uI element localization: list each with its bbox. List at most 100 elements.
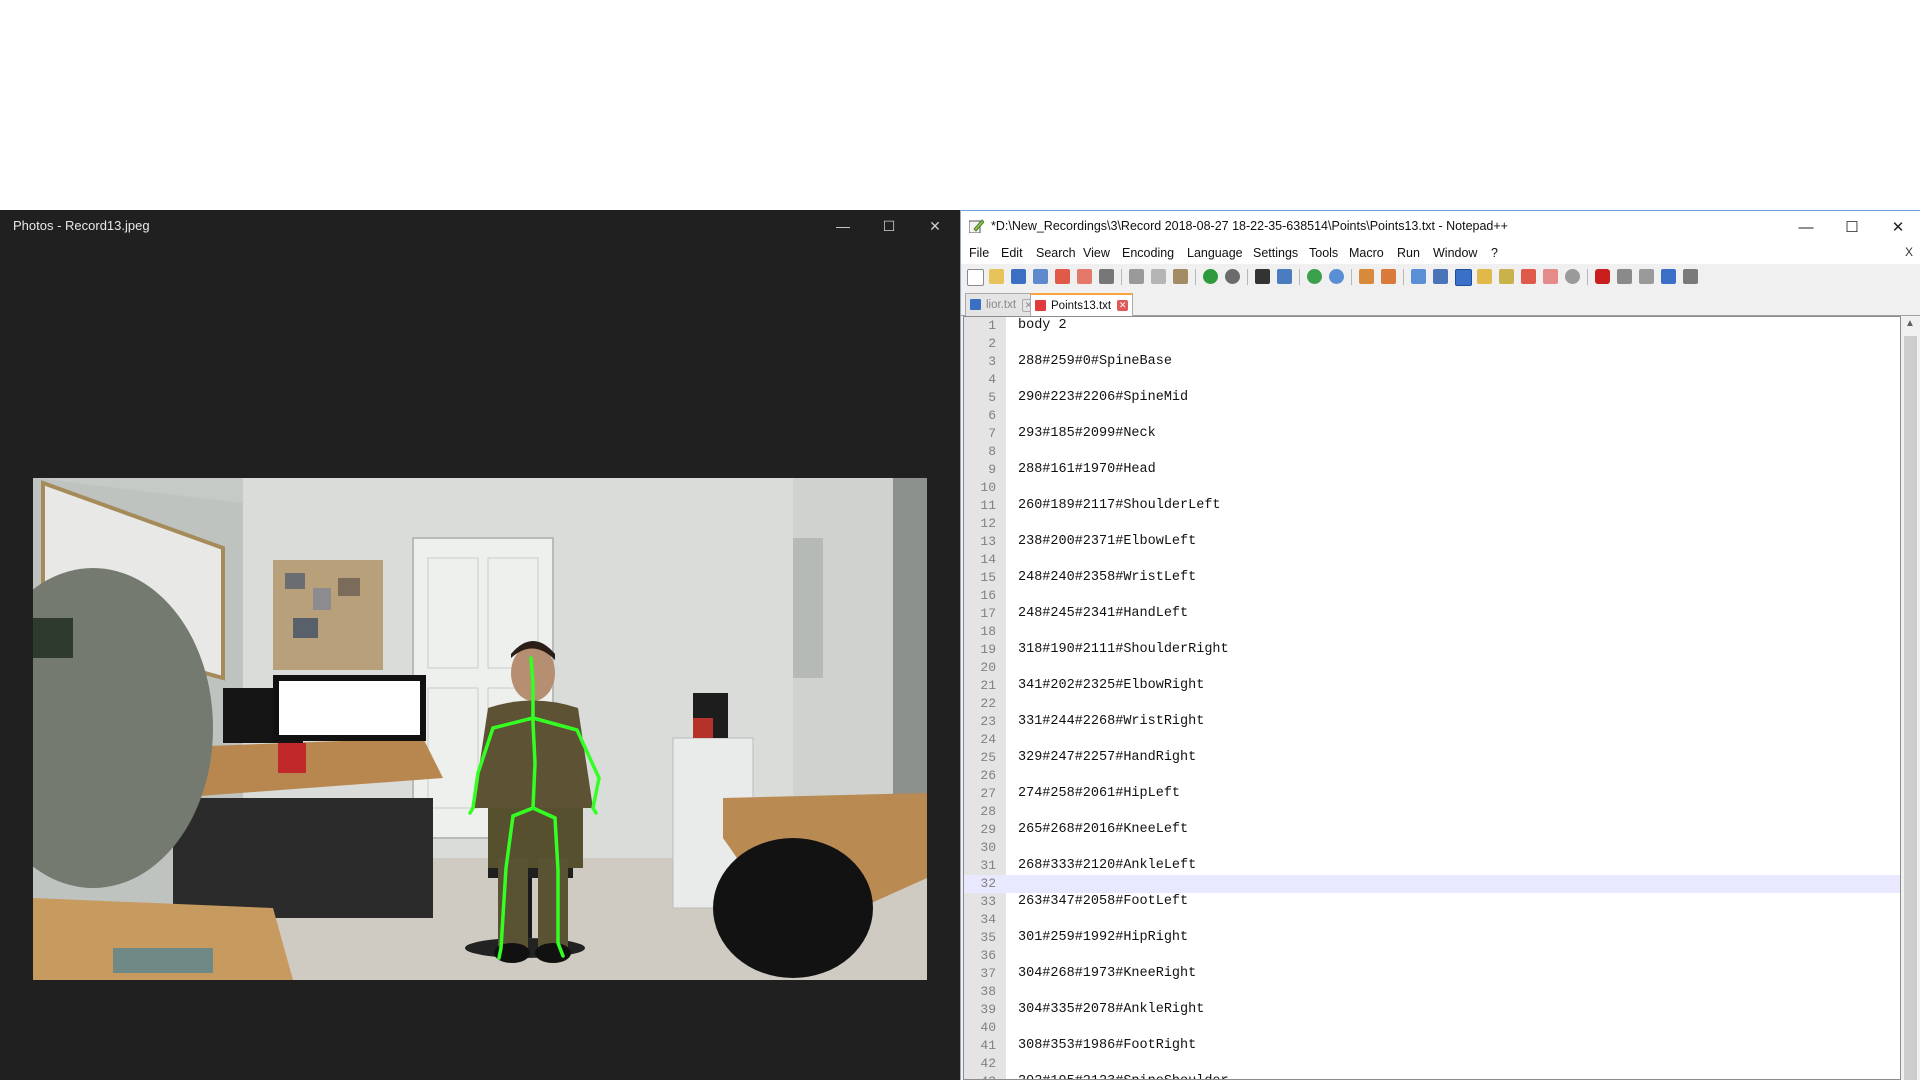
editor-line[interactable]: 5 290#223#2206#SpineMid	[964, 389, 1900, 407]
editor-line[interactable]: 35 301#259#1992#HipRight	[964, 929, 1900, 947]
editor-line[interactable]: 15 248#240#2358#WristLeft	[964, 569, 1900, 587]
replace-icon[interactable]	[1277, 269, 1292, 284]
record-macro-icon[interactable]	[1595, 269, 1610, 284]
save-macro-icon[interactable]	[1683, 269, 1698, 284]
editor-line[interactable]: 13 238#200#2371#ElbowLeft	[964, 533, 1900, 551]
photos-maximize-button[interactable]: ☐	[866, 210, 912, 242]
editor-line[interactable]: 14	[964, 551, 1900, 569]
scroll-up-arrow-icon[interactable]: ▲	[1905, 318, 1915, 329]
menu-settings[interactable]: Settings	[1253, 246, 1298, 260]
photos-minimize-button[interactable]: —	[820, 210, 866, 242]
editor-line[interactable]: 23 331#244#2268#WristRight	[964, 713, 1900, 731]
find-icon[interactable]	[1255, 269, 1270, 284]
editor-line[interactable]: 33 263#347#2058#FootLeft	[964, 893, 1900, 911]
editor-line[interactable]: 26	[964, 767, 1900, 785]
editor-line[interactable]: 16	[964, 587, 1900, 605]
menu-tools[interactable]: Tools	[1309, 246, 1338, 260]
editor-line[interactable]: 18	[964, 623, 1900, 641]
editor-line[interactable]: 8	[964, 443, 1900, 461]
editor-line[interactable]: 4	[964, 371, 1900, 389]
open-file-icon[interactable]	[989, 269, 1004, 284]
show-all-chars-icon[interactable]	[1433, 269, 1448, 284]
folder-as-workspace-icon[interactable]	[1543, 269, 1558, 284]
scrollbar-thumb[interactable]	[1904, 336, 1917, 1080]
editor-line[interactable]: 20	[964, 659, 1900, 677]
editor-line[interactable]: 12	[964, 515, 1900, 533]
editor-line[interactable]: 30	[964, 839, 1900, 857]
notepadpp-minimize-button[interactable]: —	[1783, 211, 1829, 243]
close-icon[interactable]	[1055, 269, 1070, 284]
close-all-icon[interactable]	[1077, 269, 1092, 284]
editor-line[interactable]: 32	[964, 875, 1900, 893]
monitoring-icon[interactable]	[1565, 269, 1580, 284]
editor-line[interactable]: 7 293#185#2099#Neck	[964, 425, 1900, 443]
editor-line[interactable]: 2	[964, 335, 1900, 353]
menu-search[interactable]: Search	[1036, 246, 1076, 260]
tab-points13[interactable]: Points13.txt ✕	[1030, 293, 1134, 316]
undo-icon[interactable]	[1203, 269, 1218, 284]
indent-guide-icon[interactable]	[1455, 269, 1472, 286]
menu-macro[interactable]: Macro	[1349, 246, 1384, 260]
editor-line[interactable]: 25 329#247#2257#HandRight	[964, 749, 1900, 767]
editor-line[interactable]: 3 288#259#0#SpineBase	[964, 353, 1900, 371]
copy-icon[interactable]	[1151, 269, 1166, 284]
cut-icon[interactable]	[1129, 269, 1144, 284]
menu-help[interactable]: ?	[1491, 246, 1498, 260]
editor-line[interactable]: 22	[964, 695, 1900, 713]
editor-line[interactable]: 28	[964, 803, 1900, 821]
editor-line[interactable]: 19 318#190#2111#ShoulderRight	[964, 641, 1900, 659]
save-icon[interactable]	[1011, 269, 1026, 284]
editor-line[interactable]: 24	[964, 731, 1900, 749]
notepadpp-maximize-button[interactable]: ☐	[1829, 211, 1875, 243]
tab-close-icon[interactable]: ✕	[1117, 300, 1129, 311]
editor-line[interactable]: 41 308#353#1986#FootRight	[964, 1037, 1900, 1055]
editor-line[interactable]: 39 304#335#2078#AnkleRight	[964, 1001, 1900, 1019]
word-wrap-icon[interactable]	[1411, 269, 1426, 284]
play-macro-icon[interactable]	[1639, 269, 1654, 284]
editor-line[interactable]: 9 288#161#1970#Head	[964, 461, 1900, 479]
editor-line[interactable]: 37 304#268#1973#KneeRight	[964, 965, 1900, 983]
notepadpp-close-button[interactable]: ✕	[1875, 211, 1920, 243]
editor-line[interactable]: 29 265#268#2016#KneeLeft	[964, 821, 1900, 839]
menu-file[interactable]: File	[969, 246, 989, 260]
text-editor[interactable]: 1 body 2 2 3 288#259#0#SpineBase 4 5 290#223#22…	[963, 316, 1901, 1080]
print-icon[interactable]	[1099, 269, 1114, 284]
editor-line[interactable]: 21 341#202#2325#ElbowRight	[964, 677, 1900, 695]
editor-line[interactable]: 27 274#258#2061#HipLeft	[964, 785, 1900, 803]
editor-line[interactable]: 17 248#245#2341#HandLeft	[964, 605, 1900, 623]
stop-macro-icon[interactable]	[1617, 269, 1632, 284]
menu-close-document-button[interactable]: X	[1905, 245, 1913, 259]
new-file-icon[interactable]	[967, 269, 984, 286]
menu-view[interactable]: View	[1083, 246, 1110, 260]
menu-edit[interactable]: Edit	[1001, 246, 1023, 260]
photos-close-button[interactable]: ✕	[912, 210, 958, 242]
zoom-in-icon[interactable]	[1307, 269, 1322, 284]
editor-line[interactable]: 43 292#195#2123#SpineShoulder	[964, 1073, 1900, 1079]
user-defined-dialog-icon[interactable]	[1477, 269, 1492, 284]
editor-line[interactable]: 42	[964, 1055, 1900, 1073]
sync-horizontal-icon[interactable]	[1381, 269, 1396, 284]
editor-line[interactable]: 36	[964, 947, 1900, 965]
editor-line[interactable]: 10	[964, 479, 1900, 497]
zoom-out-icon[interactable]	[1329, 269, 1344, 284]
editor-line[interactable]: 11 260#189#2117#ShoulderLeft	[964, 497, 1900, 515]
tab-lior[interactable]: lior.txt ✕	[965, 293, 1041, 316]
editor-line[interactable]: 31 268#333#2120#AnkleLeft	[964, 857, 1900, 875]
menu-run[interactable]: Run	[1397, 246, 1420, 260]
run-macro-multiple-icon[interactable]	[1661, 269, 1676, 284]
save-all-icon[interactable]	[1033, 269, 1048, 284]
editor-line[interactable]: 38	[964, 983, 1900, 1001]
menu-window[interactable]: Window	[1433, 246, 1477, 260]
editor-line[interactable]: 34	[964, 911, 1900, 929]
menu-language[interactable]: Language	[1187, 246, 1243, 260]
function-list-icon[interactable]	[1521, 269, 1536, 284]
menu-encoding[interactable]: Encoding	[1122, 246, 1174, 260]
editor-line[interactable]: 1 body 2	[964, 317, 1900, 335]
vertical-scrollbar[interactable]: ▲	[1901, 316, 1920, 1080]
photo-image[interactable]	[33, 478, 927, 980]
doc-map-icon[interactable]	[1499, 269, 1514, 284]
redo-icon[interactable]	[1225, 269, 1240, 284]
editor-line[interactable]: 40	[964, 1019, 1900, 1037]
editor-line[interactable]: 6	[964, 407, 1900, 425]
paste-icon[interactable]	[1173, 269, 1188, 284]
